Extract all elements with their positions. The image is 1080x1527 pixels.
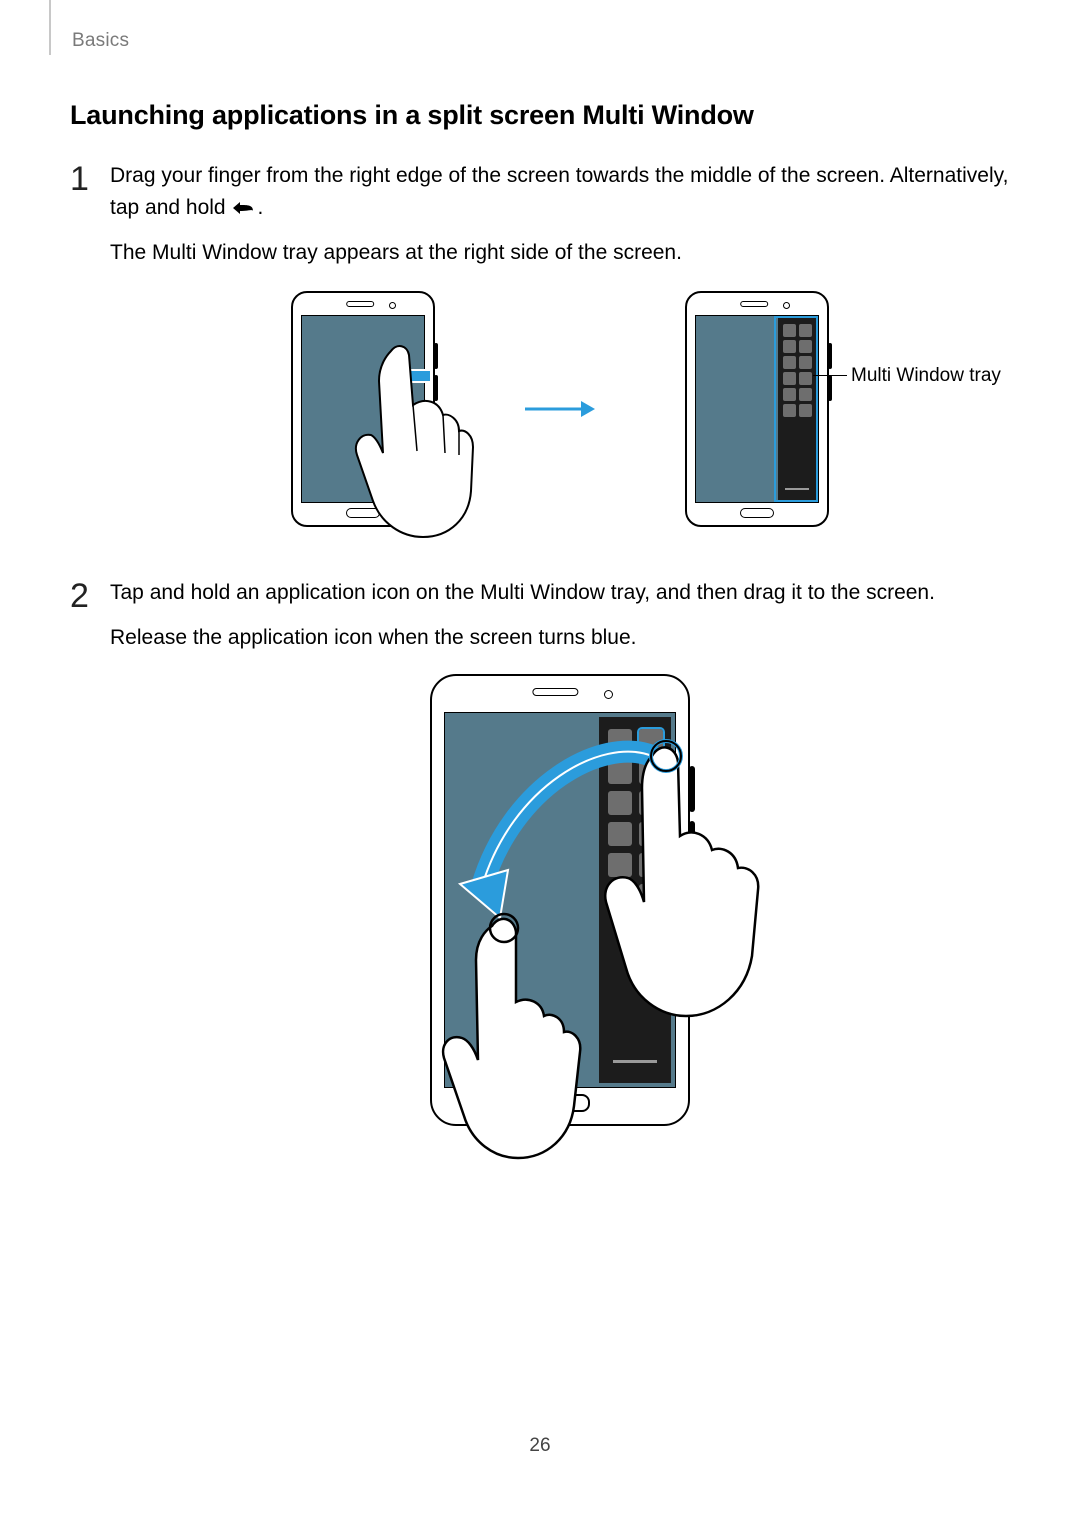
figure-row-1: Multi Window tray	[110, 291, 1010, 527]
page-number: 26	[0, 1435, 1080, 1457]
step-text: Drag your finger from the right edge of …	[110, 160, 1010, 223]
illustration-phone-before	[291, 291, 435, 527]
header-rule	[49, 0, 51, 55]
breadcrumb-section: Basics	[72, 30, 129, 52]
step-2: 2 Tap and hold an application icon on th…	[70, 577, 1010, 1126]
step-1: 1 Drag your finger from the right edge o…	[70, 160, 1010, 567]
transition-arrow-icon	[525, 399, 595, 419]
step-text: The Multi Window tray appears at the rig…	[110, 237, 1010, 269]
section-heading: Launching applications in a split screen…	[70, 100, 754, 131]
illustration-phone-drag	[430, 674, 690, 1126]
multi-window-tray	[778, 318, 816, 500]
back-icon	[231, 199, 257, 217]
callout-label: Multi Window tray	[851, 365, 1001, 387]
illustration-phone-after	[685, 291, 829, 527]
step-number: 2	[70, 577, 92, 1126]
dragged-app-ghost	[483, 933, 511, 961]
step-text: Release the application icon when the sc…	[110, 622, 1010, 654]
step-text: Tap and hold an application icon on the …	[110, 577, 1010, 609]
step-text-fragment: .	[257, 196, 263, 219]
step-number: 1	[70, 160, 92, 567]
callout-leader	[813, 375, 847, 376]
figure-2-wrap	[110, 674, 1010, 1126]
multi-window-tray	[599, 717, 671, 1083]
